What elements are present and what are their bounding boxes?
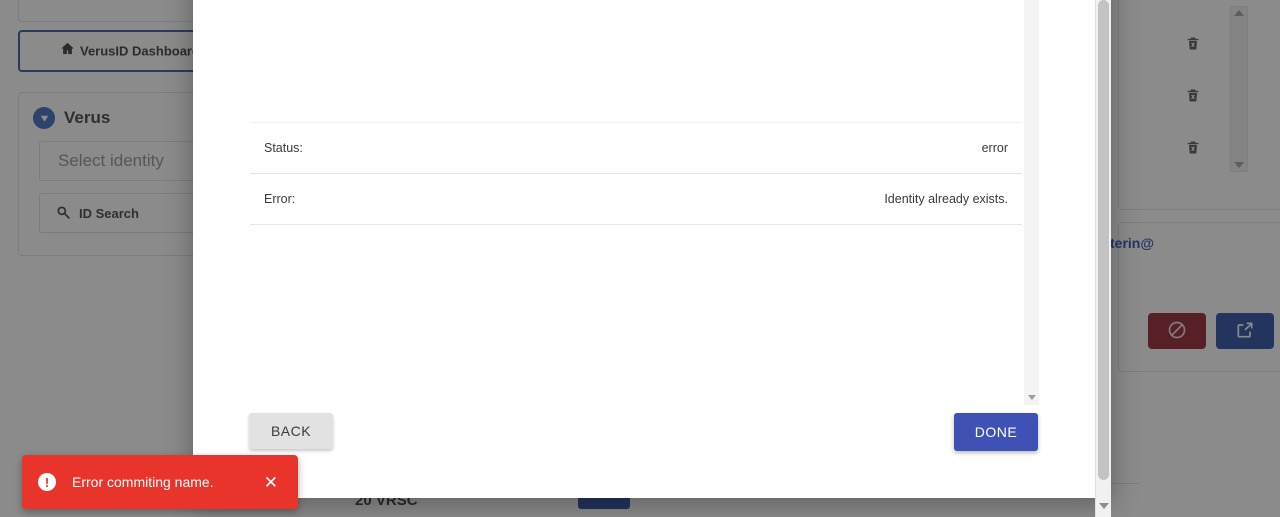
alert-circle-icon: ! [38, 473, 56, 491]
result-modal: Status: error Error: Identity already ex… [193, 0, 1111, 498]
close-icon[interactable]: ✕ [260, 472, 282, 493]
modal-scrollbar[interactable] [1095, 0, 1111, 517]
app-root: VerusID Dashboard Verus Select identity [0, 0, 1280, 517]
modal-footer: BACK DONE [193, 405, 1111, 498]
row-value: error [486, 122, 1022, 174]
chevron-down-icon[interactable] [1027, 395, 1036, 400]
back-button[interactable]: BACK [249, 413, 333, 449]
modal-body: Status: error Error: Identity already ex… [193, 0, 1038, 405]
row-key: Error: [250, 173, 486, 225]
error-toast: ! Error commiting name. ✕ [22, 455, 298, 509]
toast-message: Error commiting name. [72, 474, 214, 490]
table-row: Status: error [250, 122, 1022, 174]
row-value: Identity already exists. [486, 173, 1022, 225]
modal-content-scrollbar[interactable] [1024, 0, 1039, 405]
table-row: Error: Identity already exists. [250, 173, 1022, 225]
done-button[interactable]: DONE [954, 413, 1038, 451]
row-key: Status: [250, 122, 486, 174]
modal-scrollbar-thumb[interactable] [1098, 0, 1109, 480]
chevron-down-icon[interactable] [1098, 503, 1109, 509]
result-table: Status: error Error: Identity already ex… [250, 122, 1022, 225]
